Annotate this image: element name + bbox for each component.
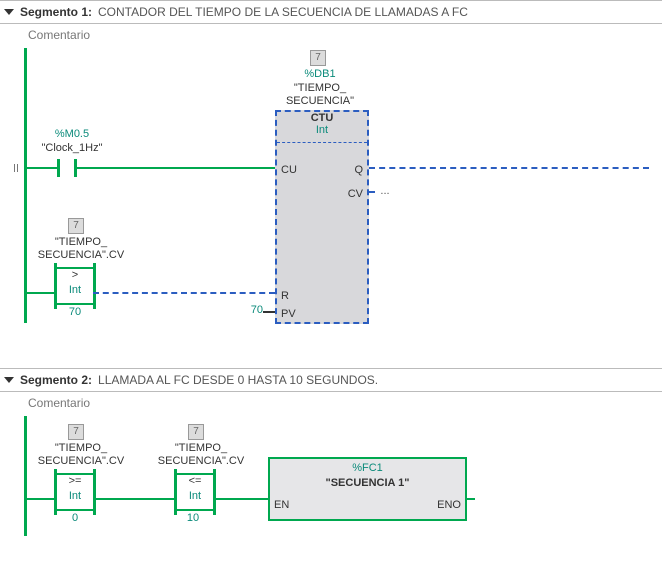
collapse-icon[interactable]: [4, 377, 14, 383]
wire-q: [369, 167, 649, 169]
segment1-comment[interactable]: Comentario: [0, 24, 662, 48]
compare-le[interactable]: <= Int: [177, 473, 213, 511]
pin-cu: CU: [281, 164, 297, 176]
segment1-header[interactable]: Segmento 1: CONTADOR DEL TIEMPO DE LA SE…: [0, 0, 662, 24]
wire-cv: [369, 191, 375, 193]
cmpA-op: >=: [57, 475, 93, 487]
segment2-desc: LLAMADA AL FC DESDE 0 HASTA 10 SEGUNDOS.: [98, 373, 378, 387]
power-rail: [24, 416, 27, 536]
rail-stub: [14, 164, 25, 172]
contact-name: "Clock_1Hz": [32, 142, 112, 154]
segment2-comment[interactable]: Comentario: [0, 392, 662, 416]
cmpB-var-line2: SECUENCIA".CV: [146, 455, 256, 467]
cmpB-val: 10: [178, 512, 208, 524]
cmpB-op: <=: [177, 475, 213, 487]
wire: [27, 498, 57, 500]
segment1-desc: CONTADOR DEL TIEMPO DE LA SECUENCIA DE L…: [98, 5, 468, 19]
db-name-line1: "TIEMPO_: [280, 82, 360, 94]
cmp-val: 70: [60, 306, 90, 318]
pin-en: EN: [274, 499, 289, 511]
cmp-var-line2: SECUENCIA".CV: [26, 249, 136, 261]
wire-pv: [263, 311, 275, 313]
wire-r: [93, 292, 275, 294]
cmpA-type: Int: [57, 490, 93, 502]
segment2-header[interactable]: Segmento 2: LLAMADA AL FC DESDE 0 HASTA …: [0, 368, 662, 392]
collapse-icon[interactable]: [4, 9, 14, 15]
compare-gt[interactable]: > Int: [57, 267, 93, 305]
tag7-cmpB: 7: [188, 424, 204, 440]
tag7-cmp: 7: [68, 218, 84, 234]
contact-address: %M0.5: [42, 128, 102, 140]
pin-eno: ENO: [437, 499, 461, 511]
pin-q: Q: [354, 164, 363, 176]
wire-eno: [465, 498, 475, 500]
fc-block[interactable]: %FC1 "SECUENCIA 1" EN ENO: [268, 457, 467, 521]
wire: [27, 292, 57, 294]
cmp-var-line1: "TIEMPO_: [36, 236, 126, 248]
wire: [213, 498, 268, 500]
pin-cv: CV: [348, 188, 363, 200]
wire: [27, 167, 57, 169]
cmp-type: Int: [57, 284, 93, 296]
network1: 7 %DB1 "TIEMPO_ SECUENCIA" CTU Int CU Q …: [0, 48, 660, 368]
cmp-op: >: [57, 269, 93, 281]
pv-value: 70: [243, 304, 263, 316]
cv-value: ...: [375, 185, 395, 197]
db-name-line2: SECUENCIA": [280, 95, 360, 107]
power-rail: [24, 48, 27, 323]
fc-name: "SECUENCIA 1": [270, 477, 465, 489]
ctu-block[interactable]: CTU Int CU Q CV R PV: [275, 110, 369, 324]
ctu-header: CTU Int: [277, 112, 367, 143]
pin-pv: PV: [281, 308, 296, 320]
tag7-cmpA: 7: [68, 424, 84, 440]
ctu-type: CTU: [277, 112, 367, 124]
cmpA-val: 0: [60, 512, 90, 524]
pin-r: R: [281, 290, 289, 302]
cmpB-type: Int: [177, 490, 213, 502]
segment2-title: Segmento 2:: [20, 373, 92, 387]
segment1-title: Segmento 1:: [20, 5, 92, 19]
fc-address: %FC1: [270, 462, 465, 474]
cmpA-var-line1: "TIEMPO_: [36, 442, 126, 454]
cmpA-var-line2: SECUENCIA".CV: [26, 455, 136, 467]
db-address: %DB1: [290, 68, 350, 80]
wire: [77, 167, 275, 169]
no-contact[interactable]: [57, 159, 77, 177]
wire: [93, 498, 177, 500]
compare-ge[interactable]: >= Int: [57, 473, 93, 511]
cmpB-var-line1: "TIEMPO_: [156, 442, 246, 454]
ctu-datatype: Int: [277, 124, 367, 136]
network2: 7 "TIEMPO_ SECUENCIA".CV 7 "TIEMPO_ SECU…: [0, 416, 660, 566]
tag7-db: 7: [310, 50, 326, 66]
